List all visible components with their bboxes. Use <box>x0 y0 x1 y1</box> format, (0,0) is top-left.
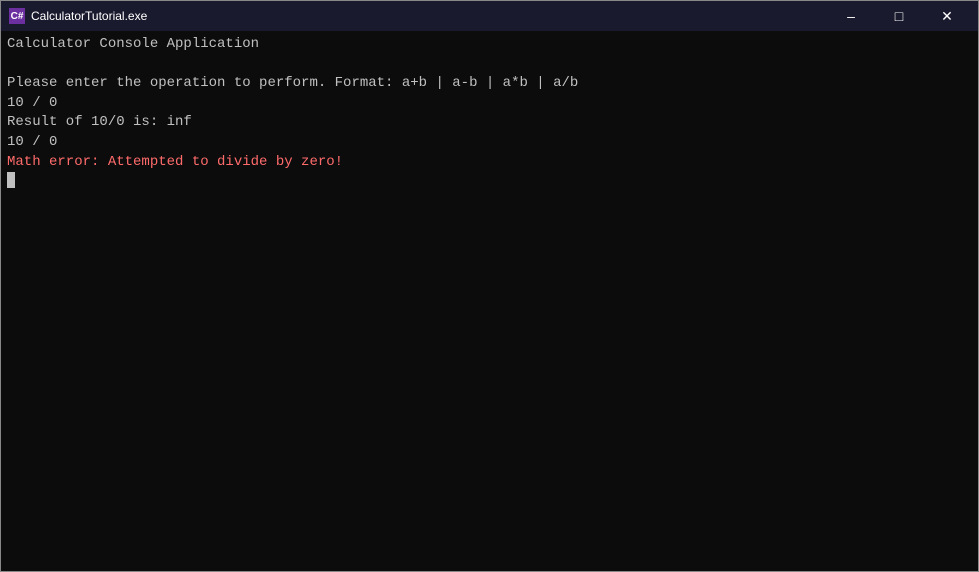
title-bar-controls: – □ ✕ <box>828 1 970 31</box>
app-icon: C# <box>9 8 25 24</box>
console-line-input2: 10 / 0 <box>7 133 972 153</box>
console-line-input1: 10 / 0 <box>7 94 972 114</box>
title-bar-left: C# CalculatorTutorial.exe <box>9 8 147 24</box>
title-bar: C# CalculatorTutorial.exe – □ ✕ <box>1 1 978 31</box>
console-line-1: Calculator Console Application <box>7 35 972 55</box>
console-line-prompt: Please enter the operation to perform. F… <box>7 74 972 94</box>
window: C# CalculatorTutorial.exe – □ ✕ Calculat… <box>0 0 979 572</box>
maximize-button[interactable]: □ <box>876 1 922 31</box>
console-line-error: Math error: Attempted to divide by zero! <box>7 153 972 173</box>
console-line-result: Result of 10/0 is: inf <box>7 113 972 133</box>
console-cursor-line <box>7 172 972 188</box>
cursor <box>7 172 15 188</box>
minimize-button[interactable]: – <box>828 1 874 31</box>
close-button[interactable]: ✕ <box>924 1 970 31</box>
console-line-blank <box>7 55 972 75</box>
console-area: Calculator Console Application Please en… <box>1 31 978 571</box>
window-title: CalculatorTutorial.exe <box>31 9 147 23</box>
